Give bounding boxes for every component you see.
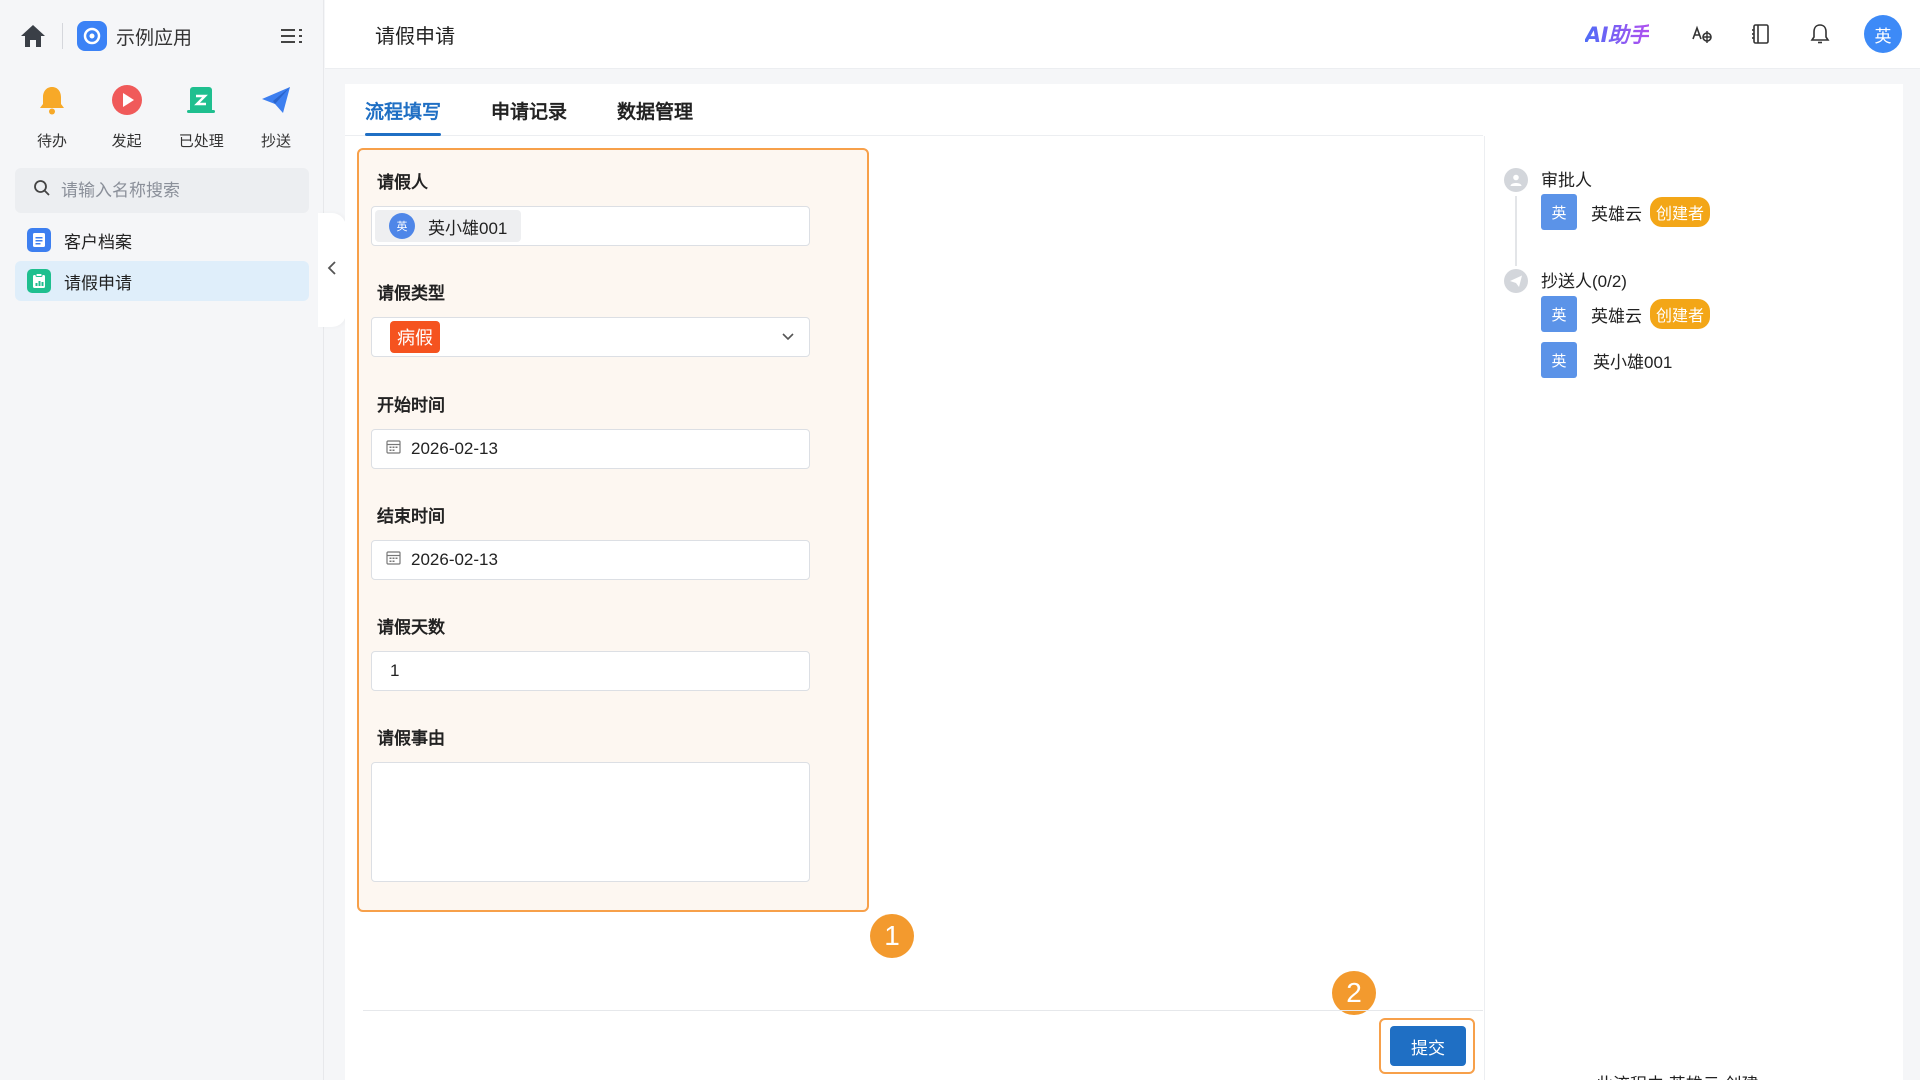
bell-icon xyxy=(34,82,70,118)
applicant-name: 英小雄001 xyxy=(428,218,508,238)
tab-application-records[interactable]: 申请记录 xyxy=(491,97,567,135)
quick-cc[interactable]: 抄送 xyxy=(240,82,312,151)
search-icon xyxy=(33,179,51,202)
quick-start[interactable]: 发起 xyxy=(91,82,163,151)
days-value: 1 xyxy=(390,661,400,680)
quick-todo-label: 待办 xyxy=(36,133,67,150)
step-badge-1: 1 xyxy=(870,914,914,958)
main-content: 流程填写 申请记录 数据管理 请假人 英 英小雄001 请假类型 病假 开始时间… xyxy=(345,84,1903,1080)
sidebar-item-label: 客户档案 xyxy=(64,232,132,252)
approver-person: 英 英雄云 创建者 xyxy=(1541,194,1711,230)
menu-collapse-icon[interactable] xyxy=(277,21,307,51)
reason-textarea[interactable] xyxy=(371,762,810,882)
quick-actions: 待办 发起 已处理 抄送 xyxy=(16,82,312,151)
sidebar-item-customer-archive[interactable]: 客户档案 xyxy=(15,220,309,260)
applicant-field[interactable]: 英 英小雄001 xyxy=(371,206,810,246)
sidebar-header: 示例应用 xyxy=(18,16,307,56)
end-time-picker[interactable]: 2026-02-13 xyxy=(371,540,810,580)
user-node-icon xyxy=(1504,168,1528,192)
chevron-down-icon xyxy=(781,328,795,346)
top-header: 请假申请 AI助手 英 xyxy=(325,0,1920,69)
calendar-icon xyxy=(386,550,401,570)
flow-panel: 审批人 英 英雄云 创建者 抄送人(0/2) 英 英雄云 创建者 英 英小雄00… xyxy=(1484,136,1903,1080)
search-box xyxy=(15,168,309,213)
creator-tag: 创建者 xyxy=(1650,197,1711,227)
book-icon[interactable] xyxy=(1746,19,1776,49)
reason-label: 请假事由 xyxy=(377,729,445,748)
quick-cc-label: 抄送 xyxy=(260,133,291,150)
flow-connector xyxy=(1515,196,1517,266)
person-name: 英雄云 xyxy=(1591,204,1642,224)
avatar: 英 xyxy=(1541,342,1577,378)
sidebar-item-label: 请假申请 xyxy=(64,273,132,293)
avatar: 英 xyxy=(1541,194,1577,230)
creator-tag: 创建者 xyxy=(1650,299,1711,329)
sidebar: 示例应用 待办 发起 已处理 抄送 请输入名称搜索 客户档案 请假申请 xyxy=(0,0,324,1080)
app-logo-icon xyxy=(77,21,107,51)
start-time-value: 2026-02-13 xyxy=(411,439,498,458)
chevron-left-icon xyxy=(327,260,337,281)
cc-title: 抄送人(0/2) xyxy=(1541,272,1627,291)
start-time-picker[interactable]: 2026-02-13 xyxy=(371,429,810,469)
search-input[interactable] xyxy=(61,180,291,201)
avatar: 英 xyxy=(389,213,415,239)
send-node-icon xyxy=(1504,269,1528,293)
tab-bar: 流程填写 申请记录 数据管理 xyxy=(345,84,1483,136)
quick-start-label: 发起 xyxy=(111,133,142,150)
app-name: 示例应用 xyxy=(116,27,193,49)
start-time-label: 开始时间 xyxy=(377,396,445,415)
tab-data-management[interactable]: 数据管理 xyxy=(617,97,693,135)
flow-creator-note: 此流程由 英雄云 创建 xyxy=(1596,1070,1758,1080)
submit-button[interactable]: 提交 xyxy=(1390,1026,1466,1066)
header-actions: AI助手 英 xyxy=(1585,15,1902,53)
end-time-label: 结束时间 xyxy=(377,507,445,526)
days-label: 请假天数 xyxy=(377,618,445,637)
user-avatar[interactable]: 英 xyxy=(1864,15,1902,53)
leave-type-label: 请假类型 xyxy=(377,284,445,303)
translate-icon[interactable] xyxy=(1687,19,1717,49)
form-icon xyxy=(27,269,51,293)
leave-type-tag: 病假 xyxy=(390,321,440,353)
person-name: 英小雄001 xyxy=(1593,352,1673,372)
quick-processed[interactable]: 已处理 xyxy=(165,82,237,151)
calendar-icon xyxy=(386,439,401,459)
quick-todo[interactable]: 待办 xyxy=(16,82,88,151)
avatar: 英 xyxy=(1541,296,1577,332)
quick-processed-label: 已处理 xyxy=(178,133,224,150)
play-icon xyxy=(109,82,145,118)
applicant-label: 请假人 xyxy=(377,173,428,192)
divider xyxy=(363,1010,1483,1011)
ai-assistant-button[interactable]: AI助手 xyxy=(1585,19,1650,49)
processed-icon xyxy=(183,82,219,118)
sidebar-collapse-handle[interactable] xyxy=(318,213,346,327)
step-badge-2: 2 xyxy=(1332,971,1376,1015)
cc-person: 英 英小雄001 xyxy=(1541,342,1672,378)
document-icon xyxy=(27,228,51,252)
leave-form: 请假人 英 英小雄001 请假类型 病假 开始时间 2026-02-13 结束时… xyxy=(357,148,869,912)
cc-person: 英 英雄云 创建者 xyxy=(1541,296,1711,332)
send-icon xyxy=(258,82,294,118)
approver-title: 审批人 xyxy=(1541,171,1592,190)
home-icon[interactable] xyxy=(18,21,48,51)
applicant-chip: 英 英小雄001 xyxy=(375,210,522,242)
leave-type-select[interactable]: 病假 xyxy=(371,317,810,357)
sidebar-item-leave-request[interactable]: 请假申请 xyxy=(15,261,309,301)
end-time-value: 2026-02-13 xyxy=(411,550,498,569)
person-name: 英雄云 xyxy=(1591,306,1642,326)
sidebar-nav: 客户档案 请假申请 xyxy=(15,220,309,302)
divider xyxy=(62,23,63,49)
page-title: 请假申请 xyxy=(375,25,455,48)
days-input[interactable]: 1 xyxy=(371,651,810,691)
tab-process-fill[interactable]: 流程填写 xyxy=(365,97,442,136)
notification-bell-icon[interactable] xyxy=(1805,19,1835,49)
